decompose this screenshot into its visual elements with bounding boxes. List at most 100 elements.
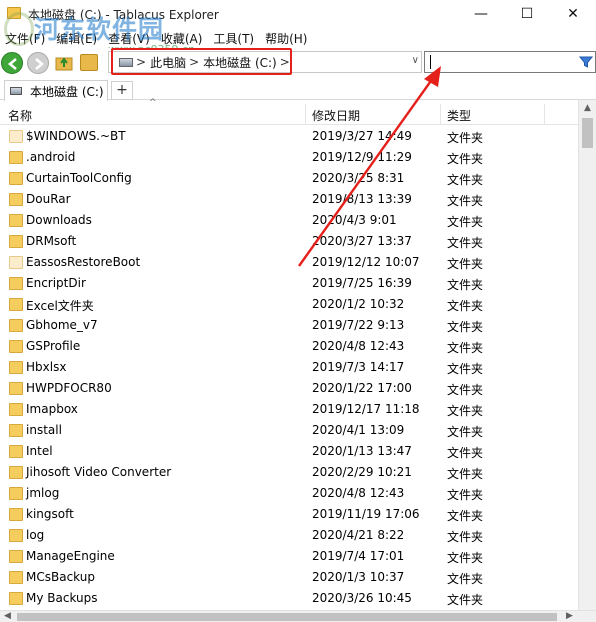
file-row[interactable]: $WINDOWS.~BT 2019/3/27 14:49 文件夹 [0,126,578,147]
menu-tools[interactable]: 工具(T) [208,28,260,48]
address-dropdown-icon[interactable]: ∨ [412,55,419,66]
file-name: Gbhome_v7 [26,318,98,332]
file-type: 文件夹 [447,236,484,250]
file-name: $WINDOWS.~BT [26,129,126,143]
file-type: 文件夹 [447,131,484,145]
menu-edit[interactable]: 编辑(E) [51,28,103,48]
scroll-right-icon[interactable]: ▶ [566,611,573,621]
up-folder-button[interactable] [55,54,73,71]
menu-favorites[interactable]: 收藏(A) [156,28,209,48]
file-modified-date: 2020/4/21 8:22 [312,528,405,542]
file-name: My Backups [26,591,98,605]
file-name: Downloads [26,213,92,227]
menu-help[interactable]: 帮助(H) [260,28,313,48]
file-row[interactable]: .android 2019/12/9 11:29 文件夹 [0,147,578,168]
file-modified-date: 2020/1/2 10:32 [312,297,405,311]
file-type: 文件夹 [447,467,484,481]
column-header-name[interactable]: 名称 [8,107,32,124]
vertical-scroll-thumb[interactable] [582,118,593,148]
file-modified-date: 2019/7/25 16:39 [312,276,412,290]
file-modified-date: 2019/3/27 14:49 [312,129,412,143]
filter-icon[interactable] [579,55,593,69]
file-row[interactable]: Downloads 2020/4/3 9:01 文件夹 [0,210,578,231]
column-divider[interactable] [544,104,545,125]
horizontal-scrollbar[interactable]: ◀ ▶ [0,610,596,622]
file-row[interactable]: Gbhome_v7 2019/7/22 9:13 文件夹 [0,315,578,336]
folder-icon [9,256,23,269]
file-row[interactable]: DouRar 2019/8/13 13:39 文件夹 [0,189,578,210]
folder-icon [9,130,23,143]
file-row[interactable]: CurtainToolConfig 2020/3/25 8:31 文件夹 [0,168,578,189]
folder-icon [9,445,23,458]
file-row[interactable]: jmlog 2020/4/8 12:43 文件夹 [0,483,578,504]
file-type: 文件夹 [447,215,484,229]
file-row[interactable]: MCsBackup 2020/1/3 10:37 文件夹 [0,567,578,588]
scroll-up-icon[interactable]: ▲ [579,100,596,117]
file-name: ManageEngine [26,549,115,563]
file-row[interactable]: kingsoft 2019/11/19 17:06 文件夹 [0,504,578,525]
menu-bar: 文件(F) 编辑(E) 查看(V) 收藏(A) 工具(T) 帮助(H) [0,28,596,48]
file-row[interactable]: install 2020/4/1 13:09 文件夹 [0,420,578,441]
file-modified-date: 2019/12/9 11:29 [312,150,412,164]
file-name: Hbxlsx [26,360,67,374]
column-header-type[interactable]: 类型 [447,107,471,124]
tab-local-disk[interactable]: 本地磁盘 (C:) [4,80,108,101]
folder-icon [9,424,23,437]
file-row[interactable]: Hbxlsx 2019/7/3 14:17 文件夹 [0,357,578,378]
folder-icon [9,277,23,290]
file-type: 文件夹 [447,509,484,523]
file-type: 文件夹 [447,152,484,166]
file-name: log [26,528,45,542]
forward-button[interactable] [27,52,49,74]
file-name: HWPDFOCR80 [26,381,112,395]
folder-icon [9,466,23,479]
file-row[interactable]: GSProfile 2020/4/8 12:43 文件夹 [0,336,578,357]
folder-icon [9,214,23,227]
new-tab-button[interactable]: + [111,81,133,100]
tab-label: 本地磁盘 (C:) [30,84,104,99]
file-row[interactable]: Jihosoft Video Converter 2020/2/29 10:21 文… [0,462,578,483]
folder-icon [9,487,23,500]
folder-icon [9,508,23,521]
file-name: install [26,423,62,437]
file-type: 文件夹 [447,488,484,502]
column-divider[interactable] [305,104,306,125]
column-header-date[interactable]: 修改日期 [312,107,360,124]
folder-icon [9,571,23,584]
maximize-button[interactable]: ☐ [504,0,550,28]
column-divider[interactable] [440,104,441,125]
file-row[interactable]: ManageEngine 2019/7/4 17:01 文件夹 [0,546,578,567]
file-name: Imapbox [26,402,78,416]
file-row[interactable]: log 2020/4/21 8:22 文件夹 [0,525,578,546]
file-row[interactable]: Intel 2020/1/13 13:47 文件夹 [0,441,578,462]
file-type: 文件夹 [447,572,484,586]
back-button[interactable] [1,52,23,74]
folder-icon [9,550,23,563]
vertical-scrollbar[interactable]: ▲ [578,100,596,610]
menu-file[interactable]: 文件(F) [0,28,51,48]
file-row[interactable]: Imapbox 2019/12/17 11:18 文件夹 [0,399,578,420]
file-row[interactable]: Excel文件夹 2020/1/2 10:32 文件夹 [0,294,578,315]
file-row[interactable]: EncriptDir 2019/7/25 16:39 文件夹 [0,273,578,294]
file-row[interactable]: My Backups 2020/3/26 10:45 文件夹 [0,588,578,609]
file-type: 文件夹 [447,404,484,418]
folder-icon [9,361,23,374]
horizontal-scroll-thumb[interactable] [17,613,557,621]
file-type: 文件夹 [447,446,484,460]
annotation-highlight-box [111,48,292,75]
file-type: 文件夹 [447,425,484,439]
scroll-left-icon[interactable]: ◀ [4,611,11,621]
minimize-button[interactable]: — [458,0,504,28]
file-type: 文件夹 [447,173,484,187]
folder-tree-icon[interactable] [80,54,98,71]
file-row[interactable]: HWPDFOCR80 2020/1/22 17:00 文件夹 [0,378,578,399]
file-name: Intel [26,444,53,458]
folder-icon [9,298,23,311]
file-row[interactable]: DRMsoft 2020/3/27 13:37 文件夹 [0,231,578,252]
filter-input[interactable] [424,51,596,73]
file-modified-date: 2020/4/3 9:01 [312,213,397,227]
text-caret [430,55,431,69]
file-row[interactable]: EassosRestoreBoot 2019/12/12 10:07 文件夹 [0,252,578,273]
close-button[interactable]: ✕ [550,0,596,28]
menu-view[interactable]: 查看(V) [103,28,156,48]
